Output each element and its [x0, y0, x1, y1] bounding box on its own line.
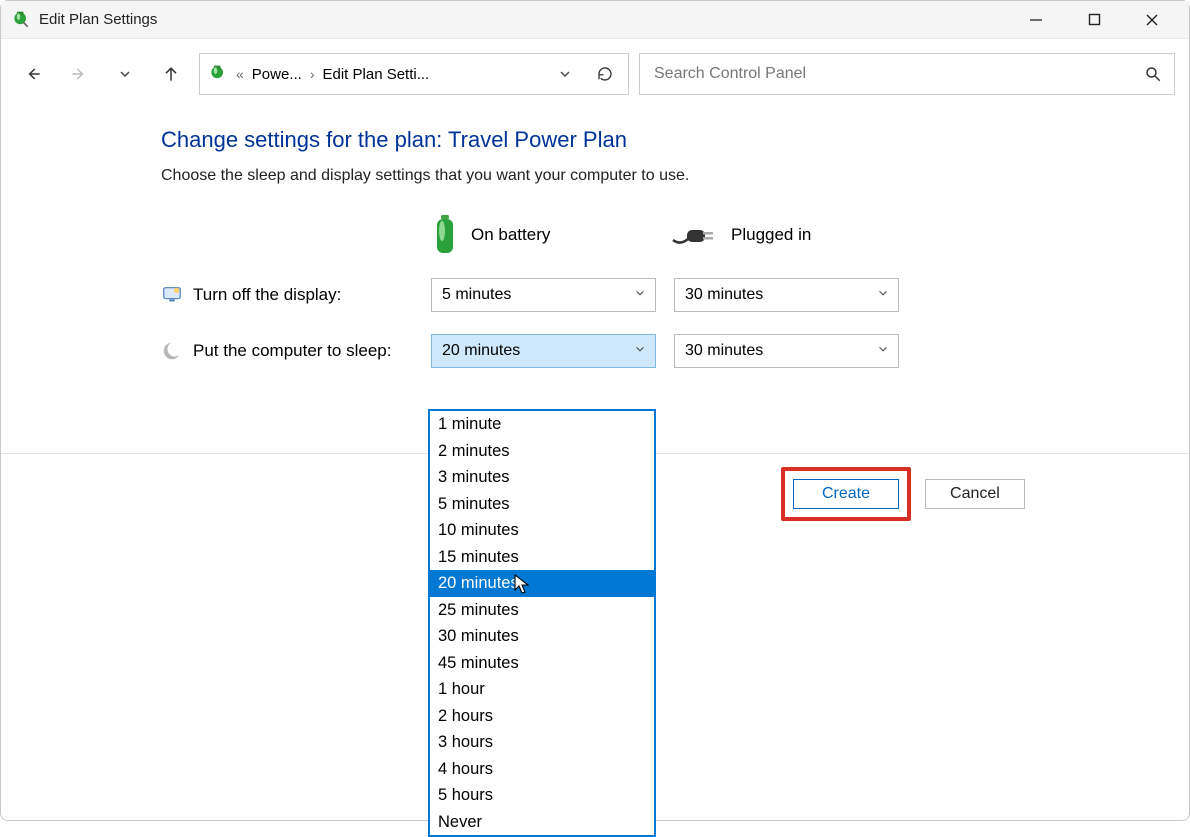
dropdown-item[interactable]: 1 minute — [430, 411, 654, 438]
breadcrumb-icon — [208, 64, 228, 84]
column-battery: On battery — [431, 213, 661, 257]
dropdown-item[interactable]: 30 minutes — [430, 623, 654, 650]
display-battery-select[interactable]: 5 minutes — [431, 278, 656, 312]
chevron-down-icon — [633, 286, 647, 305]
minimize-button[interactable] — [1007, 1, 1065, 39]
search-input[interactable] — [654, 65, 1136, 83]
breadcrumb-history-button[interactable] — [548, 54, 582, 94]
moon-icon — [161, 340, 183, 362]
row-sleep-text: Put the computer to sleep: — [193, 341, 391, 361]
window-title: Edit Plan Settings — [39, 11, 157, 28]
chevron-down-icon — [876, 286, 890, 305]
footer-buttons: Create Cancel — [781, 467, 1025, 521]
breadcrumb[interactable]: « Powe... › Edit Plan Setti... — [199, 53, 629, 95]
close-button[interactable] — [1123, 1, 1181, 39]
app-icon — [11, 10, 31, 30]
monitor-icon — [161, 284, 183, 306]
sleep-plugged-value: 30 minutes — [685, 342, 763, 360]
titlebar: Edit Plan Settings — [1, 1, 1189, 39]
toolbar: « Powe... › Edit Plan Setti... — [1, 39, 1189, 109]
dropdown-item[interactable]: 5 hours — [430, 782, 654, 809]
cursor-icon — [514, 574, 532, 600]
breadcrumb-prefix: « — [234, 66, 246, 82]
chevron-right-icon: › — [308, 66, 317, 82]
column-headers: On battery Plugged in — [161, 203, 1189, 267]
dropdown-item[interactable]: 1 hour — [430, 676, 654, 703]
dropdown-item[interactable]: 2 minutes — [430, 438, 654, 465]
chevron-down-icon — [876, 342, 890, 361]
sleep-battery-select[interactable]: 20 minutes — [431, 334, 656, 368]
display-plugged-value: 30 minutes — [685, 286, 763, 304]
page-title: Change settings for the plan: Travel Pow… — [161, 127, 1189, 153]
search-box[interactable] — [639, 53, 1175, 95]
maximize-button[interactable] — [1065, 1, 1123, 39]
cancel-button[interactable]: Cancel — [925, 479, 1025, 509]
dropdown-item[interactable]: 4 hours — [430, 756, 654, 783]
row-label-sleep: Put the computer to sleep: — [161, 340, 431, 362]
row-turn-off-display: Turn off the display: 5 minutes 30 minut… — [161, 267, 1189, 323]
dropdown-item[interactable]: 20 minutes — [430, 570, 654, 597]
refresh-button[interactable] — [588, 54, 622, 94]
forward-button[interactable] — [61, 56, 97, 92]
dropdown-item[interactable]: 25 minutes — [430, 597, 654, 624]
sleep-plugged-select[interactable]: 30 minutes — [674, 334, 899, 368]
highlight-box: Create — [781, 467, 911, 521]
battery-icon — [431, 213, 459, 257]
up-button[interactable] — [153, 56, 189, 92]
dropdown-item[interactable]: 2 hours — [430, 703, 654, 730]
column-plugged-label: Plugged in — [731, 225, 811, 245]
dropdown-item[interactable]: 10 minutes — [430, 517, 654, 544]
recent-locations-button[interactable] — [107, 56, 143, 92]
row-display-text: Turn off the display: — [193, 285, 341, 305]
dropdown-item[interactable]: 5 minutes — [430, 491, 654, 518]
search-icon[interactable] — [1144, 65, 1164, 83]
dropdown-item[interactable]: 3 hours — [430, 729, 654, 756]
column-battery-label: On battery — [471, 225, 550, 245]
row-label-display: Turn off the display: — [161, 284, 431, 306]
display-battery-value: 5 minutes — [442, 286, 511, 304]
dropdown-item[interactable]: 45 minutes — [430, 650, 654, 677]
dropdown-item[interactable]: Never — [430, 809, 654, 836]
sleep-battery-dropdown[interactable]: 1 minute2 minutes3 minutes5 minutes10 mi… — [428, 409, 656, 837]
dropdown-item[interactable]: 3 minutes — [430, 464, 654, 491]
page-subtitle: Choose the sleep and display settings th… — [161, 167, 1189, 185]
create-button[interactable]: Create — [793, 479, 899, 509]
back-button[interactable] — [15, 56, 51, 92]
row-sleep: Put the computer to sleep: 20 minutes 30… — [161, 323, 1189, 379]
column-plugged: Plugged in — [671, 222, 901, 248]
plug-icon — [671, 222, 719, 248]
breadcrumb-item-edit-plan[interactable]: Edit Plan Setti... — [323, 66, 430, 83]
dropdown-item[interactable]: 15 minutes — [430, 544, 654, 571]
content-area: Change settings for the plan: Travel Pow… — [1, 109, 1189, 379]
breadcrumb-item-power[interactable]: Powe... — [252, 66, 302, 83]
display-plugged-select[interactable]: 30 minutes — [674, 278, 899, 312]
sleep-battery-value: 20 minutes — [442, 342, 520, 360]
chevron-down-icon — [633, 342, 647, 361]
